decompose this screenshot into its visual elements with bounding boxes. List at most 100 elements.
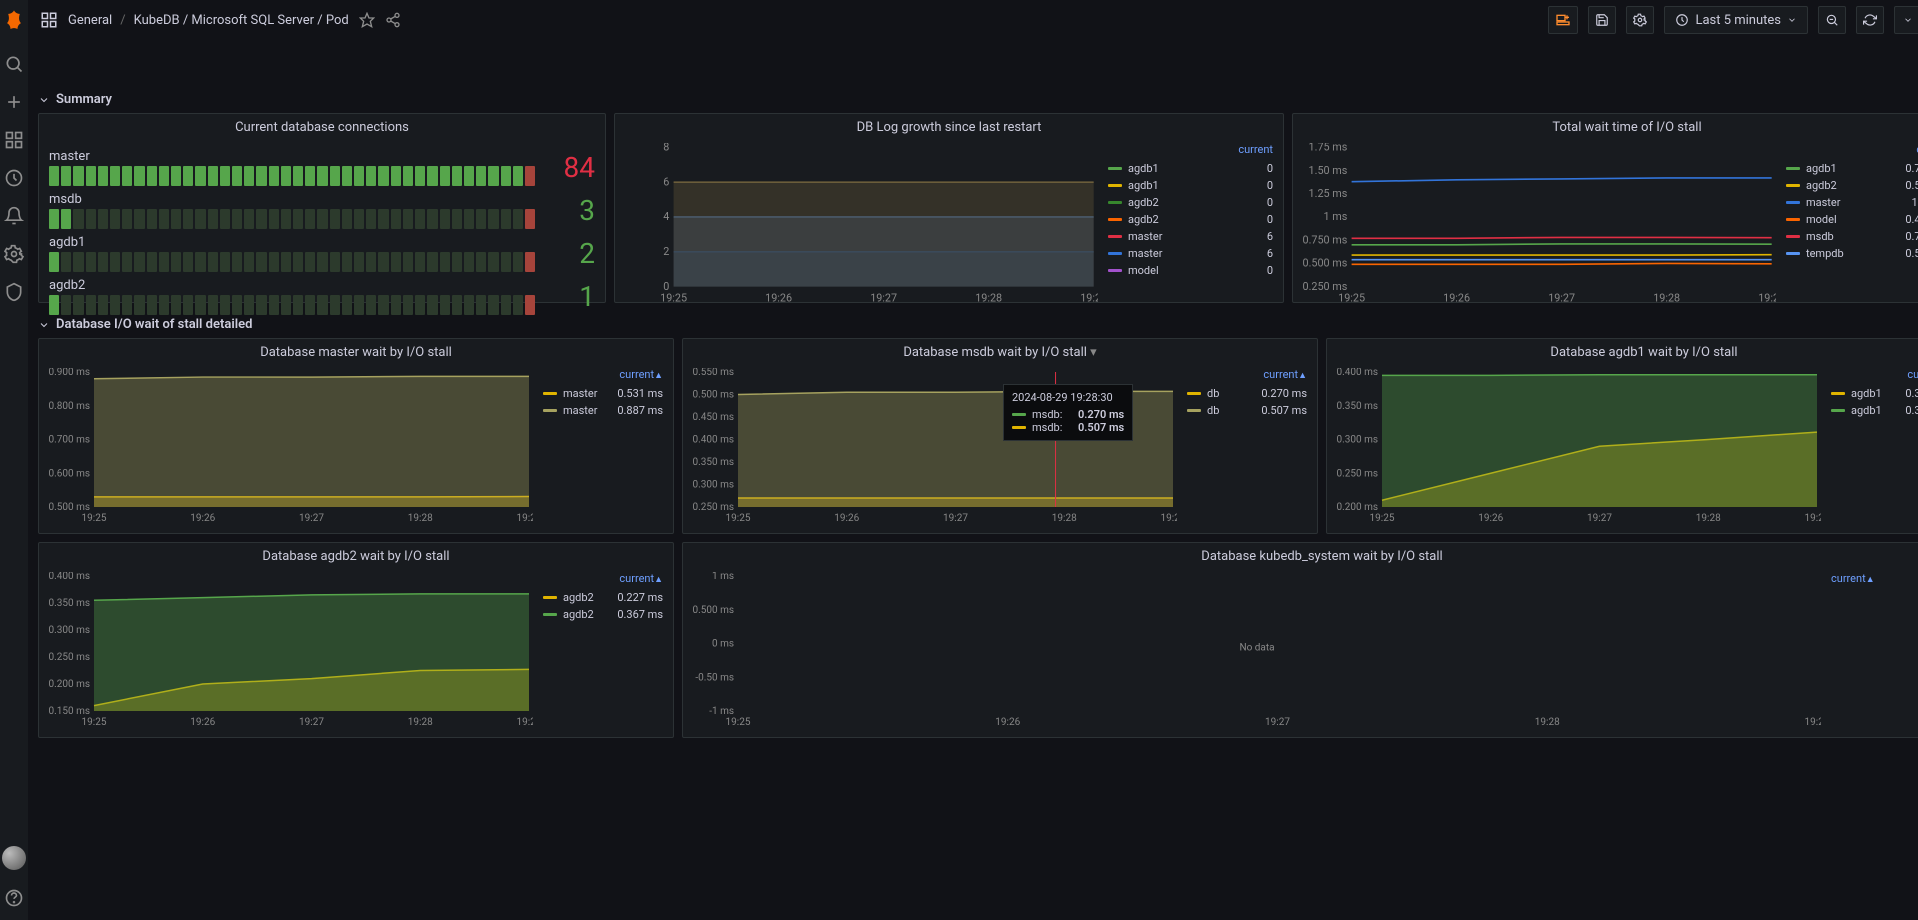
connection-value: 2	[545, 237, 595, 270]
svg-text:0.300 ms: 0.300 ms	[49, 625, 90, 636]
help-icon[interactable]	[4, 888, 24, 908]
svg-text:0.750 ms: 0.750 ms	[1303, 233, 1348, 246]
svg-text:19:25: 19:25	[82, 717, 107, 728]
chart-legend: current▲agdb10.311 msagdb10.396 ms	[1831, 368, 1918, 525]
legend-swatch	[543, 596, 557, 599]
legend-swatch	[1108, 167, 1122, 170]
legend-item[interactable]: model0	[1108, 262, 1273, 279]
legend-swatch	[1108, 269, 1122, 272]
svg-text:19:27: 19:27	[299, 513, 324, 524]
svg-text:19:28: 19:28	[1696, 513, 1721, 524]
legend-item[interactable]: agdb20	[1108, 211, 1273, 228]
bell-icon[interactable]	[4, 206, 24, 226]
legend-item[interactable]: db0.507 ms	[1187, 402, 1307, 419]
svg-text:19:25: 19:25	[726, 513, 751, 524]
legend-item[interactable]: tempdb0.540 ms	[1786, 245, 1918, 262]
svg-text:19:27: 19:27	[1548, 292, 1575, 305]
legend-item[interactable]: master0.887 ms	[543, 402, 663, 419]
legend-item[interactable]: db0.270 ms	[1187, 385, 1307, 402]
chevron-down-icon	[38, 319, 50, 331]
legend-item[interactable]: agdb10	[1108, 177, 1273, 194]
grafana-logo-icon[interactable]	[0, 8, 28, 36]
settings-button[interactable]	[1626, 6, 1654, 34]
shield-icon[interactable]	[4, 282, 24, 302]
legend-swatch	[1187, 409, 1201, 412]
svg-text:1.50 ms: 1.50 ms	[1309, 164, 1348, 177]
chart-area[interactable]: 0.200 ms0.250 ms0.300 ms0.350 ms0.400 ms…	[1337, 368, 1821, 525]
nav-sidebar	[0, 0, 28, 920]
legend-item[interactable]: agdb10.396 ms	[1831, 402, 1918, 419]
connection-value: 3	[545, 194, 595, 227]
legend-item[interactable]: model0.495 ms	[1786, 211, 1918, 228]
legend-item[interactable]: agdb10.707 ms	[1786, 160, 1918, 177]
chart-area[interactable]: -1 ms-0.50 ms0 ms0.500 ms1 ms19:2519:261…	[693, 572, 1821, 729]
svg-text:1.25 ms: 1.25 ms	[1309, 187, 1348, 200]
chart-area[interactable]: 0.500 ms0.600 ms0.700 ms0.800 ms0.900 ms…	[49, 368, 533, 525]
svg-text:0.200 ms: 0.200 ms	[49, 679, 90, 690]
dashboards-icon[interactable]	[4, 130, 24, 150]
section-summary-toggle[interactable]: Summary	[38, 86, 1918, 113]
legend-item[interactable]: agdb20.594 ms	[1786, 177, 1918, 194]
chevron-down-icon	[1787, 15, 1797, 25]
connection-gauge	[49, 166, 535, 186]
chart-area[interactable]: 0246819:2519:2619:2719:2819:29	[625, 143, 1098, 306]
connection-row: agdb21	[49, 278, 595, 315]
legend-item[interactable]: agdb20.227 ms	[543, 589, 663, 606]
svg-text:1 ms: 1 ms	[1324, 210, 1348, 223]
legend-item[interactable]: agdb20	[1108, 194, 1273, 211]
star-icon[interactable]	[359, 12, 375, 28]
legend-item[interactable]: master6	[1108, 228, 1273, 245]
time-picker[interactable]: Last 5 minutes	[1664, 6, 1808, 34]
svg-text:0.550 ms: 0.550 ms	[693, 368, 734, 378]
save-button[interactable]	[1588, 6, 1616, 34]
add-panel-button[interactable]	[1548, 6, 1578, 34]
svg-text:19:29: 19:29	[517, 513, 533, 524]
legend-item[interactable]: msdb0.777 ms	[1786, 228, 1918, 245]
legend-swatch	[1108, 201, 1122, 204]
svg-text:19:28: 19:28	[408, 513, 433, 524]
avatar[interactable]	[2, 846, 26, 870]
search-icon[interactable]	[4, 54, 24, 74]
svg-text:19:26: 19:26	[765, 292, 792, 305]
panel-detail: Database kubedb_system wait by I/O stall…	[682, 542, 1918, 738]
panel-grid-icon[interactable]	[40, 11, 58, 29]
panel-title: Database master wait by I/O stall	[39, 339, 673, 364]
chart-area[interactable]: 0.250 ms0.500 ms0.750 ms1 ms1.25 ms1.50 …	[1303, 143, 1776, 306]
breadcrumb-path: KubeDB / Microsoft SQL Server / Pod	[134, 13, 349, 28]
refresh-button[interactable]	[1856, 6, 1884, 34]
svg-text:19:25: 19:25	[1338, 292, 1365, 305]
zoom-out-button[interactable]	[1818, 6, 1846, 34]
panel-title: DB Log growth since last restart	[615, 114, 1283, 139]
share-icon[interactable]	[385, 12, 401, 28]
svg-text:19:27: 19:27	[943, 513, 968, 524]
svg-text:No data: No data	[1239, 643, 1274, 654]
breadcrumb-root[interactable]: General	[68, 13, 112, 28]
svg-text:0.300 ms: 0.300 ms	[693, 480, 734, 491]
explore-icon[interactable]	[4, 168, 24, 188]
refresh-interval-button[interactable]	[1894, 6, 1918, 34]
plus-icon[interactable]	[4, 92, 24, 112]
panel-detail: Database agdb1 wait by I/O stall0.200 ms…	[1326, 338, 1918, 534]
panel-title: Current database connections	[39, 114, 605, 139]
svg-text:0.500 ms: 0.500 ms	[49, 502, 90, 513]
svg-text:19:25: 19:25	[726, 717, 751, 728]
svg-text:0.350 ms: 0.350 ms	[49, 598, 90, 609]
legend-swatch	[1786, 218, 1800, 221]
legend-swatch	[1831, 409, 1845, 412]
svg-text:0.500 ms: 0.500 ms	[693, 390, 734, 401]
legend-item[interactable]: agdb20.367 ms	[543, 606, 663, 623]
legend-item[interactable]: master1.42 ms	[1786, 194, 1918, 211]
svg-text:19:29: 19:29	[1080, 292, 1098, 305]
connection-name: master	[49, 149, 535, 164]
legend-item[interactable]: agdb10.311 ms	[1831, 385, 1918, 402]
svg-text:19:28: 19:28	[975, 292, 1002, 305]
svg-text:8: 8	[663, 143, 669, 154]
chart-legend: current▲master0.531 msmaster0.887 ms	[543, 368, 663, 525]
svg-text:19:27: 19:27	[870, 292, 897, 305]
chart-area[interactable]: 0.250 ms0.300 ms0.350 ms0.400 ms0.450 ms…	[693, 368, 1177, 525]
gear-icon[interactable]	[4, 244, 24, 264]
chart-area[interactable]: 0.150 ms0.200 ms0.250 ms0.300 ms0.350 ms…	[49, 572, 533, 729]
legend-item[interactable]: master6	[1108, 245, 1273, 262]
legend-item[interactable]: agdb10	[1108, 160, 1273, 177]
legend-item[interactable]: master0.531 ms	[543, 385, 663, 402]
